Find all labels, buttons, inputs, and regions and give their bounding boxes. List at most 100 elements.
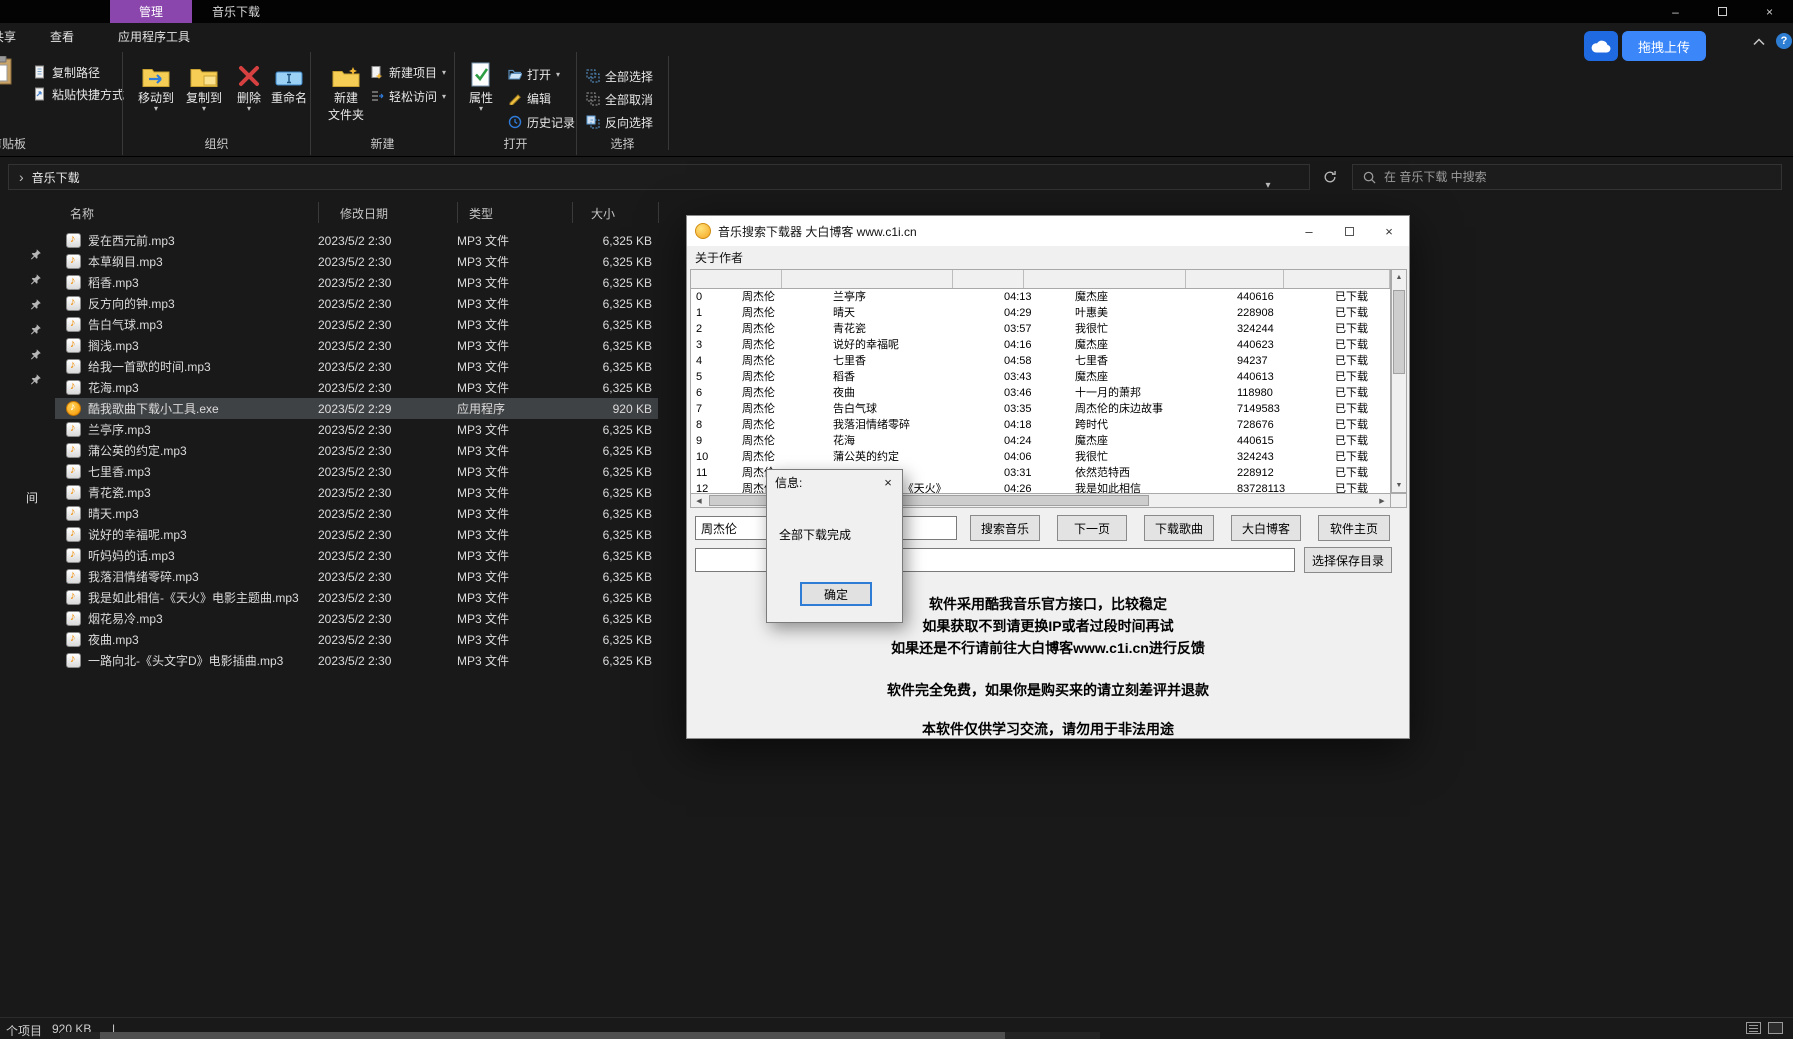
column-divider[interactable] <box>658 202 659 223</box>
column-header-name[interactable]: 名称 <box>70 205 94 222</box>
table-vertical-scrollbar[interactable]: ▲ ▼ <box>1391 269 1407 493</box>
song-row[interactable]: 5 周杰伦 稻香 03:43 魔杰座 440613 已下载 <box>691 369 1390 385</box>
copy-to-button[interactable]: 复制到 ▾ <box>181 54 227 128</box>
search-input[interactable] <box>1384 170 1771 184</box>
file-row[interactable]: 酷我歌曲下载小工具.exe 2023/5/2 2:29 应用程序 920 KB <box>55 398 658 419</box>
column-divider[interactable] <box>572 202 573 223</box>
scroll-down-icon[interactable]: ▼ <box>1392 478 1406 492</box>
file-row[interactable]: 烟花易冷.mp3 2023/5/2 2:30 MP3 文件 6,325 KB <box>55 608 658 629</box>
scroll-right-icon[interactable]: ▶ <box>1374 494 1390 507</box>
select-all-button[interactable]: 全部选择 <box>585 66 653 86</box>
vertical-scrollbar-thumb[interactable] <box>1393 290 1405 374</box>
new-folder-button[interactable]: 新建 文件夹 <box>321 54 371 128</box>
dialog-close-button[interactable]: × <box>874 470 902 494</box>
song-column-header[interactable] <box>1379 270 1390 288</box>
ribbon-collapse-icon[interactable] <box>1750 34 1768 50</box>
thumbnail-view-button[interactable] <box>1768 1022 1783 1034</box>
song-row[interactable]: 7 周杰伦 告白气球 03:35 周杰伦的床边故事 7149583 已下载 <box>691 401 1390 417</box>
file-row[interactable]: 说好的幸福呢.mp3 2023/5/2 2:30 MP3 文件 6,325 KB <box>55 524 658 545</box>
help-icon[interactable]: ? <box>1776 33 1792 49</box>
song-row[interactable]: 10 周杰伦 蒲公英的约定 04:06 我很忙 324243 已下载 <box>691 449 1390 465</box>
paste-shortcut-button[interactable]: 粘贴快捷方式 <box>32 84 124 104</box>
software-home-button[interactable]: 软件主页 <box>1318 515 1390 541</box>
delete-button[interactable]: 删除 ▾ <box>229 54 269 128</box>
song-row[interactable]: 4 周杰伦 七里香 04:58 七里香 94237 已下载 <box>691 353 1390 369</box>
column-divider[interactable] <box>318 202 319 223</box>
song-row[interactable]: 3 周杰伦 说好的幸福呢 04:16 魔杰座 440623 已下载 <box>691 337 1390 353</box>
refresh-button[interactable] <box>1316 164 1344 190</box>
tab-view[interactable]: 查看 <box>38 23 86 50</box>
file-row[interactable]: 爱在西元前.mp3 2023/5/2 2:30 MP3 文件 6,325 KB <box>55 230 658 251</box>
download-songs-button[interactable]: 下载歌曲 <box>1144 515 1214 541</box>
scroll-left-icon[interactable]: ◀ <box>691 494 707 507</box>
search-box[interactable] <box>1352 164 1782 190</box>
maximize-button[interactable] <box>1699 0 1746 23</box>
column-header-type[interactable]: 类型 <box>469 205 493 222</box>
titlebar-manage-tab[interactable]: 管理 <box>110 0 192 23</box>
file-row[interactable]: 蒲公英的约定.mp3 2023/5/2 2:30 MP3 文件 6,325 KB <box>55 440 658 461</box>
song-row[interactable]: 8 周杰伦 我落泪情绪零碎 04:18 跨时代 728676 已下载 <box>691 417 1390 433</box>
copy-path-button[interactable]: 复制路径 <box>32 62 100 82</box>
file-row[interactable]: 花海.mp3 2023/5/2 2:30 MP3 文件 6,325 KB <box>55 377 658 398</box>
file-row[interactable]: 听妈妈的话.mp3 2023/5/2 2:30 MP3 文件 6,325 KB <box>55 545 658 566</box>
details-view-button[interactable] <box>1746 1022 1761 1034</box>
scroll-up-icon[interactable]: ▲ <box>1392 270 1406 284</box>
horizontal-scrollbar-thumb[interactable] <box>100 1032 1005 1039</box>
song-row[interactable]: 1 周杰伦 晴天 04:29 叶惠美 228908 已下载 <box>691 305 1390 321</box>
drag-upload-button[interactable]: 拖拽上传 <box>1584 31 1706 61</box>
select-none-button[interactable]: 全部取消 <box>585 89 653 109</box>
nav-item-partial[interactable]: 间 <box>26 489 38 506</box>
file-row[interactable]: 青花瓷.mp3 2023/5/2 2:30 MP3 文件 6,325 KB <box>55 482 658 503</box>
song-row[interactable]: 0 周杰伦 兰亭序 04:13 魔杰座 440616 已下载 <box>691 289 1390 305</box>
file-row[interactable]: 反方向的钟.mp3 2023/5/2 2:30 MP3 文件 6,325 KB <box>55 293 658 314</box>
new-item-button[interactable]: 新建项目 ▾ <box>369 62 446 82</box>
song-column-header[interactable] <box>1284 270 1379 288</box>
file-row[interactable]: 给我一首歌的时间.mp3 2023/5/2 2:30 MP3 文件 6,325 … <box>55 356 658 377</box>
address-bar[interactable]: › 音乐下载 ▾ <box>8 164 1310 190</box>
dialog-ok-button[interactable]: 确定 <box>800 582 872 606</box>
choose-save-directory-button[interactable]: 选择保存目录 <box>1304 547 1392 573</box>
search-music-button[interactable]: 搜索音乐 <box>970 515 1040 541</box>
history-button[interactable]: 历史记录 <box>507 112 575 132</box>
move-to-button[interactable]: 移动到 ▾ <box>133 54 179 128</box>
file-row[interactable]: 晴天.mp3 2023/5/2 2:30 MP3 文件 6,325 KB <box>55 503 658 524</box>
close-button[interactable]: × <box>1746 0 1793 23</box>
breadcrumb[interactable]: 音乐下载 <box>32 169 80 186</box>
blog-button[interactable]: 大白博客 <box>1231 515 1301 541</box>
downloader-titlebar[interactable]: 音乐搜索下载器 大白博客 www.c1i.cn – × <box>687 216 1409 246</box>
rename-button[interactable]: 重命名 <box>267 54 311 128</box>
tab-application-tools[interactable]: 应用程序工具 <box>96 23 212 50</box>
maximize-button[interactable] <box>1329 216 1369 246</box>
easy-access-button[interactable]: 轻松访问 ▾ <box>369 86 446 106</box>
column-header-size[interactable]: 大小 <box>591 205 615 222</box>
column-divider[interactable] <box>457 202 458 223</box>
menu-about-author[interactable]: 关于作者 <box>687 246 1409 268</box>
minimize-button[interactable]: – <box>1289 216 1329 246</box>
file-row[interactable]: 七里香.mp3 2023/5/2 2:30 MP3 文件 6,325 KB <box>55 461 658 482</box>
song-column-header[interactable] <box>691 270 782 288</box>
invert-selection-button[interactable]: 反向选择 <box>585 112 653 132</box>
edit-button[interactable]: 编辑 <box>507 88 551 108</box>
column-header-date[interactable]: 修改日期 <box>340 205 388 222</box>
file-row[interactable]: 稻香.mp3 2023/5/2 2:30 MP3 文件 6,325 KB <box>55 272 658 293</box>
song-row[interactable]: 6 周杰伦 夜曲 03:46 十一月的萧邦 118980 已下载 <box>691 385 1390 401</box>
address-dropdown-icon[interactable]: ▾ <box>1257 172 1279 198</box>
tab-share[interactable]: 共享 <box>0 23 24 50</box>
file-row[interactable]: 一路向北-《头文字D》电影插曲.mp3 2023/5/2 2:30 MP3 文件… <box>55 650 658 671</box>
file-row[interactable]: 本草纲目.mp3 2023/5/2 2:30 MP3 文件 6,325 KB <box>55 251 658 272</box>
song-column-header[interactable] <box>953 270 1024 288</box>
file-row[interactable]: 夜曲.mp3 2023/5/2 2:30 MP3 文件 6,325 KB <box>55 629 658 650</box>
song-row[interactable]: 2 周杰伦 青花瓷 03:57 我很忙 324244 已下载 <box>691 321 1390 337</box>
properties-button[interactable]: 属性 ▾ <box>459 54 503 128</box>
file-row[interactable]: 我是如此相信-《天火》电影主题曲.mp3 2023/5/2 2:30 MP3 文… <box>55 587 658 608</box>
song-column-header[interactable] <box>782 270 953 288</box>
file-row[interactable]: 搁浅.mp3 2023/5/2 2:30 MP3 文件 6,325 KB <box>55 335 658 356</box>
song-row[interactable]: 9 周杰伦 花海 04:24 魔杰座 440615 已下载 <box>691 433 1390 449</box>
file-row[interactable]: 告白气球.mp3 2023/5/2 2:30 MP3 文件 6,325 KB <box>55 314 658 335</box>
file-row[interactable]: 我落泪情绪零碎.mp3 2023/5/2 2:30 MP3 文件 6,325 K… <box>55 566 658 587</box>
file-row[interactable]: 兰亭序.mp3 2023/5/2 2:30 MP3 文件 6,325 KB <box>55 419 658 440</box>
close-button[interactable]: × <box>1369 216 1409 246</box>
song-column-header[interactable] <box>1186 270 1284 288</box>
open-button[interactable]: 打开 ▾ <box>507 64 560 84</box>
song-column-header[interactable] <box>1024 270 1186 288</box>
